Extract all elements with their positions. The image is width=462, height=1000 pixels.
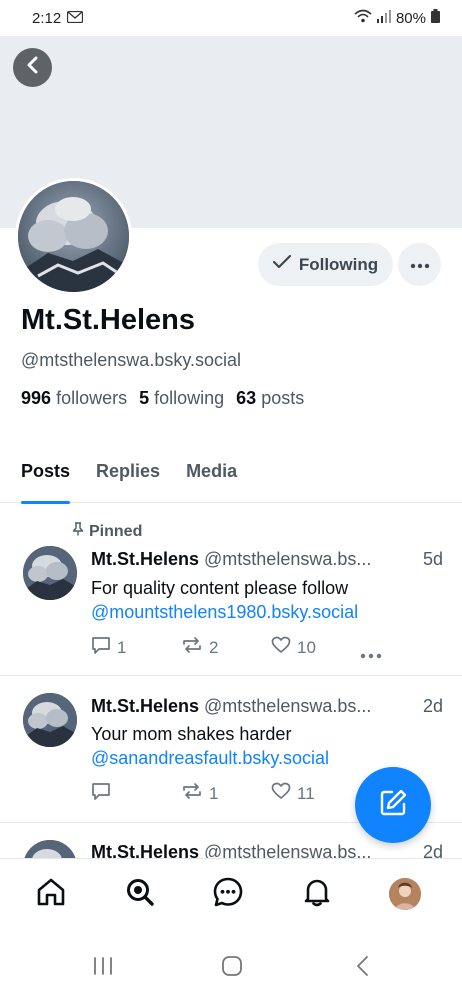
following-button[interactable]: Following xyxy=(258,243,393,286)
recent-apps-button[interactable] xyxy=(92,955,114,982)
repost-icon xyxy=(181,636,203,659)
check-icon xyxy=(272,254,291,275)
nav-notifications[interactable] xyxy=(299,876,335,912)
post-actions: 1 2 10 xyxy=(91,636,391,660)
post-body: Your mom shakes harder xyxy=(91,724,292,744)
post-avatar[interactable] xyxy=(23,546,77,600)
nav-search[interactable] xyxy=(122,876,158,912)
profile-tabs: Posts Replies Media xyxy=(0,455,462,504)
battery-percent: 80% xyxy=(395,9,426,27)
profile-handle: @mtsthelenswa.bsky.social xyxy=(21,350,242,370)
heart-icon xyxy=(271,636,291,659)
like-count: 10 xyxy=(297,637,316,657)
repost-count: 1 xyxy=(209,783,219,803)
repost-button[interactable]: 2 xyxy=(181,636,218,659)
post-avatar[interactable] xyxy=(23,693,77,747)
signal-icon xyxy=(376,9,391,27)
followers-count: 996 xyxy=(21,388,52,408)
reply-icon xyxy=(91,782,111,806)
post-time: 2d xyxy=(422,696,443,716)
nav-profile[interactable] xyxy=(387,876,423,912)
repost-icon xyxy=(181,782,203,805)
post-text: Your mom shakes harder @sanandreasfault.… xyxy=(91,722,329,770)
posts-count: 63 xyxy=(236,388,257,408)
nav-home[interactable] xyxy=(33,876,69,912)
following-count: 5 xyxy=(139,388,150,408)
pin-icon xyxy=(72,522,84,541)
followers-stat[interactable]: 996 followers xyxy=(21,388,127,409)
back-button[interactable] xyxy=(13,48,52,87)
post-header: Mt.St.Helens @mtsthelenswa.bs... 5d xyxy=(91,549,443,570)
pinned-label: Pinned xyxy=(72,522,142,541)
like-button[interactable]: 11 xyxy=(271,782,315,805)
chat-icon xyxy=(212,876,244,913)
post-header: Mt.St.Helens @mtsthelenswa.bs... 2d xyxy=(91,696,443,717)
profile-stats: 996 followers 5 following 63 posts xyxy=(21,388,304,409)
post-text: For quality content please follow @mount… xyxy=(91,576,358,624)
tab-media[interactable]: Media xyxy=(186,455,237,502)
avatar xyxy=(389,878,421,910)
post-handle[interactable]: @mtsthelenswa.bs... xyxy=(204,696,415,717)
feed-post[interactable]: Pinned Mt.St.Helens @mtsthelenswa.bs... … xyxy=(0,504,462,676)
followers-label: followers xyxy=(56,388,128,408)
ellipsis-icon xyxy=(410,256,430,274)
following-button-label: Following xyxy=(298,254,379,274)
reply-button[interactable] xyxy=(91,782,117,806)
status-time: 2:12 xyxy=(32,9,62,27)
home-system-button[interactable] xyxy=(221,955,243,982)
mention-link[interactable]: @sanandreasfault.bsky.social xyxy=(91,746,329,770)
like-button[interactable]: 10 xyxy=(271,636,316,659)
nav-chat[interactable] xyxy=(210,876,246,912)
battery-icon xyxy=(431,9,440,27)
recent-apps-icon xyxy=(92,957,114,981)
repost-count: 2 xyxy=(209,637,219,657)
bell-icon xyxy=(301,876,333,913)
posts-stat: 63 posts xyxy=(236,388,304,409)
home-icon xyxy=(35,876,67,913)
chevron-left-icon xyxy=(352,956,374,981)
pinned-text: Pinned xyxy=(89,522,143,540)
post-body: For quality content please follow xyxy=(91,578,349,598)
posts-label: posts xyxy=(261,388,305,408)
post-more-button[interactable] xyxy=(360,644,382,664)
system-navigation xyxy=(0,938,462,1000)
tab-posts[interactable]: Posts xyxy=(21,455,71,504)
home-circle-icon xyxy=(221,956,243,981)
chevron-left-icon xyxy=(25,56,41,79)
tab-replies[interactable]: Replies xyxy=(96,455,160,502)
notification-icon xyxy=(67,10,84,27)
status-bar: 2:12 80% xyxy=(0,0,462,36)
post-time: 5d xyxy=(422,549,443,569)
bottom-navigation xyxy=(0,858,462,938)
post-author[interactable]: Mt.St.Helens xyxy=(91,549,199,570)
profile-avatar[interactable] xyxy=(15,178,132,295)
reply-icon xyxy=(91,636,111,660)
compose-icon xyxy=(378,788,408,823)
following-label: following xyxy=(154,388,225,408)
repost-button[interactable]: 1 xyxy=(181,782,218,805)
like-count: 11 xyxy=(297,783,315,803)
ellipsis-icon xyxy=(360,644,382,664)
wifi-icon xyxy=(354,9,372,27)
profile-display-name: Mt.St.Helens xyxy=(21,304,196,336)
following-stat[interactable]: 5 following xyxy=(139,388,224,409)
post-author[interactable]: Mt.St.Helens xyxy=(91,696,199,717)
post-actions: 1 11 xyxy=(91,782,391,804)
mention-link[interactable]: @mountsthelens1980.bsky.social xyxy=(91,600,358,624)
back-system-button[interactable] xyxy=(352,955,374,982)
heart-icon xyxy=(271,782,291,805)
more-options-button[interactable] xyxy=(398,243,441,286)
reply-button[interactable]: 1 xyxy=(91,636,126,660)
search-icon xyxy=(124,876,156,913)
post-handle[interactable]: @mtsthelenswa.bs... xyxy=(204,549,415,570)
compose-button[interactable] xyxy=(355,767,431,843)
reply-count: 1 xyxy=(117,638,127,657)
